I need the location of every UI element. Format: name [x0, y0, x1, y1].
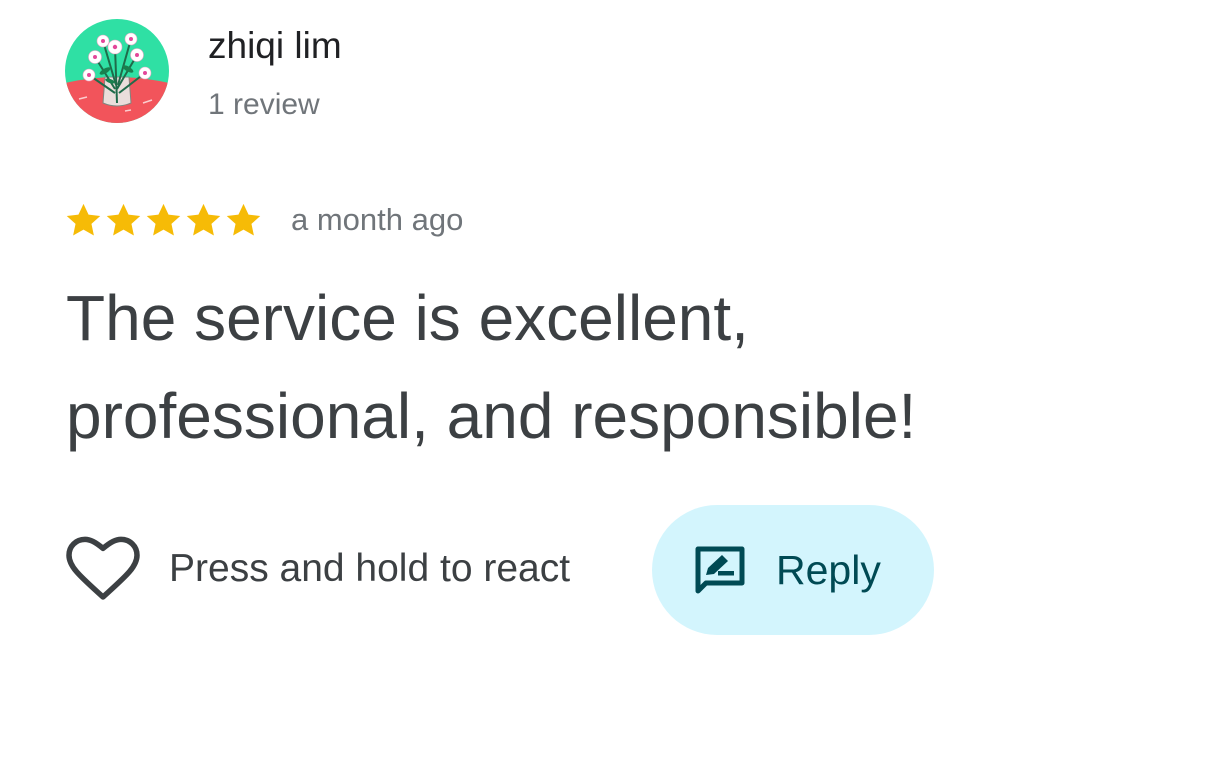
- star-rating: [64, 201, 263, 241]
- star-icon: [146, 203, 181, 236]
- star-icon: [66, 203, 101, 236]
- react-button[interactable]: Press and hold to react: [66, 534, 570, 604]
- star-icon: [106, 203, 141, 236]
- reply-label: Reply: [776, 546, 881, 593]
- review-text: The service is excellent, professional, …: [66, 269, 1166, 465]
- star-icon: [186, 203, 221, 236]
- flower-vase-avatar-icon: [65, 19, 169, 123]
- star-icon: [226, 203, 261, 236]
- reply-button[interactable]: Reply: [652, 505, 934, 635]
- avatar[interactable]: [65, 19, 169, 123]
- review-time: a month ago: [291, 202, 464, 237]
- reply-edit-icon: [695, 546, 745, 594]
- review-text-line: The service is excellent,: [66, 282, 749, 354]
- heart-outline-icon: [66, 536, 140, 600]
- author-review-count: 1 review: [208, 88, 320, 121]
- review-text-line: professional, and responsible!: [66, 380, 917, 452]
- author-name[interactable]: zhiqi lim: [208, 24, 342, 68]
- react-label: Press and hold to react: [169, 547, 571, 590]
